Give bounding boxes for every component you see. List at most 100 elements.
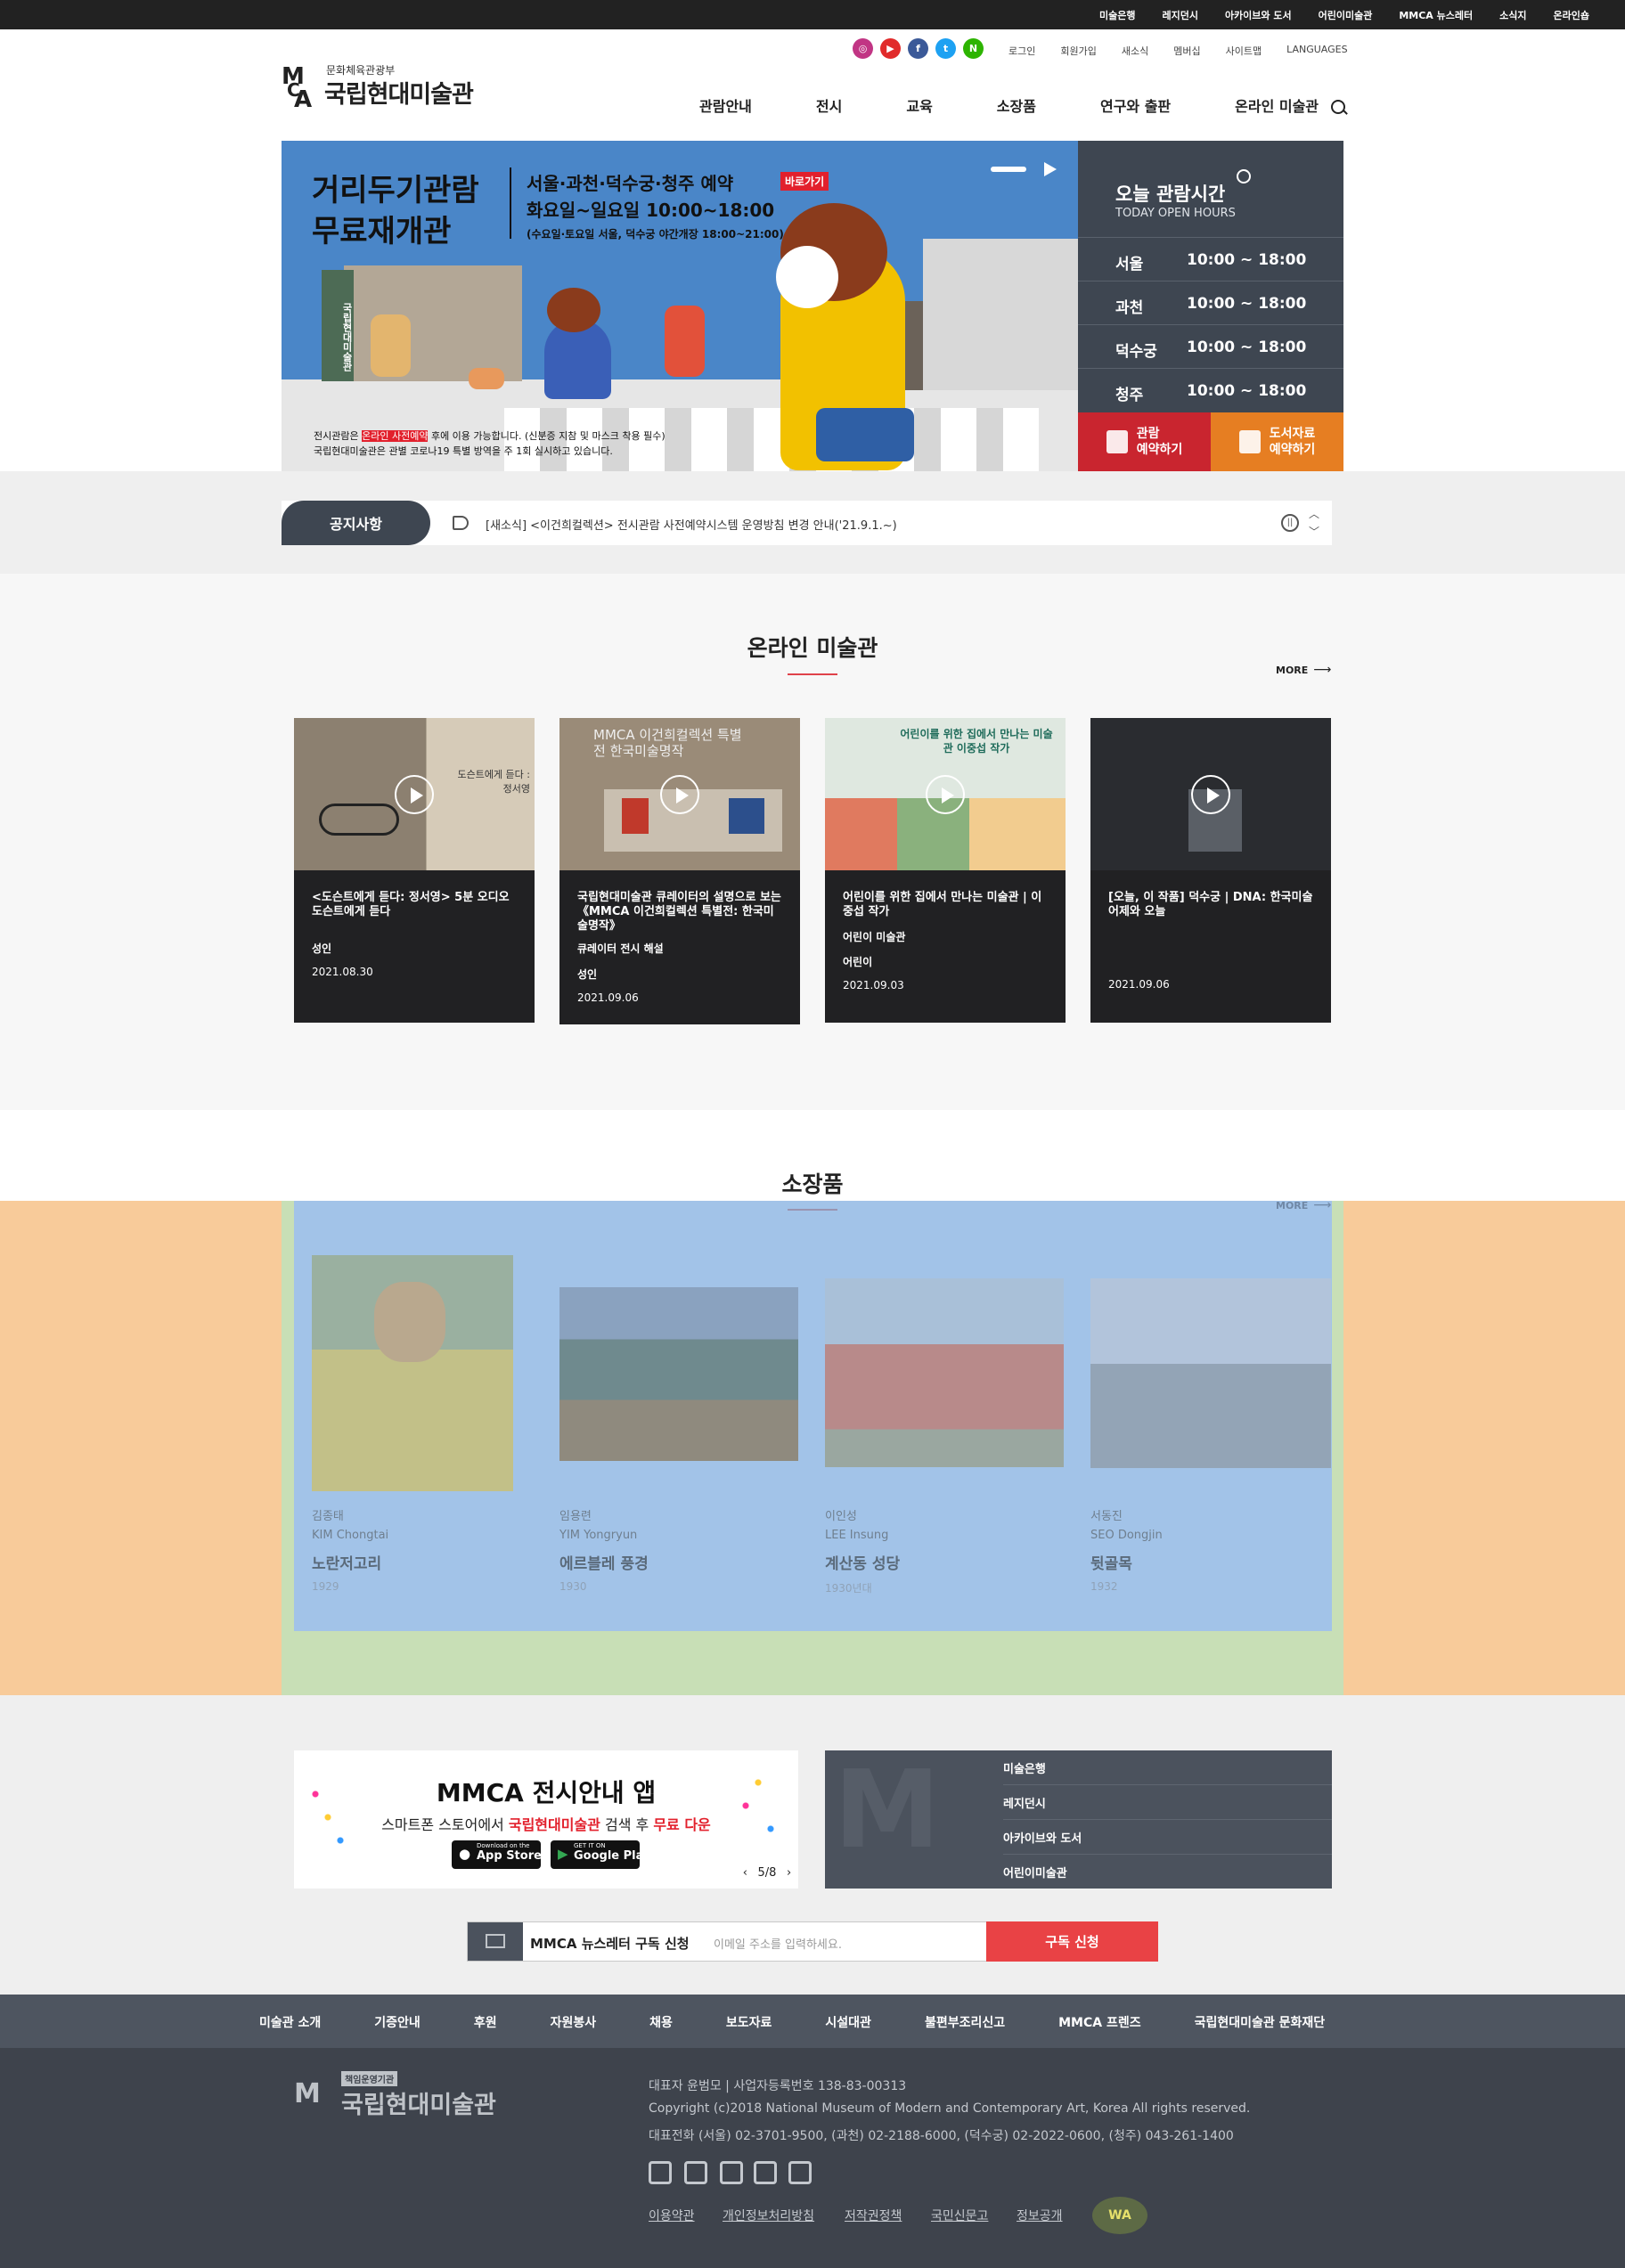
footer-link-terms[interactable]: 이용약관 — [649, 2207, 695, 2224]
youtube-icon[interactable] — [684, 2161, 707, 2184]
calendar-icon — [1106, 430, 1128, 453]
twitter-icon[interactable]: t — [935, 38, 956, 59]
footer-nav-report[interactable]: 불편부조리신고 — [925, 2013, 1005, 2031]
newsletter-email-input[interactable]: 이메일 주소를 입력하세요. — [714, 1935, 842, 1952]
search-icon[interactable] — [1331, 100, 1345, 114]
facebook-icon[interactable]: f — [908, 38, 928, 59]
login-link[interactable]: 로그인 — [1008, 44, 1035, 58]
play-icon[interactable] — [660, 775, 699, 814]
hero-shortcut-badge[interactable]: 바로가기 — [780, 172, 829, 191]
footer-link-epeople[interactable]: 국민신문고 — [931, 2207, 988, 2224]
membership-link[interactable]: 멤버십 — [1173, 44, 1200, 58]
app-subline-a: 스마트폰 스토어에서 — [381, 1816, 509, 1833]
open-hours-panel: 오늘 관람시간 TODAY OPEN HOURS 서울 10:00 ~ 18:0… — [1078, 141, 1343, 412]
chevron-right-icon[interactable]: › — [787, 1866, 791, 1880]
nav-collection[interactable]: 소장품 — [997, 94, 1036, 116]
top-link-residency[interactable]: 레지던시 — [1162, 8, 1197, 22]
subscribe-button[interactable]: 구독 신청 — [986, 1921, 1158, 1962]
quick-link-children-museum[interactable]: 어린이미술관 — [1003, 1855, 1332, 1889]
notice-tag[interactable]: 공지사항 — [282, 501, 430, 545]
footer-nav-rental[interactable]: 시설대관 — [825, 2013, 871, 2031]
nav-research[interactable]: 연구와 출판 — [1100, 94, 1171, 116]
quick-link-residency[interactable]: 레지던시 — [1003, 1785, 1332, 1820]
instagram-icon[interactable]: ◎ — [853, 38, 873, 59]
visit-reservation-l1: 관람 — [1136, 427, 1160, 441]
play-icon[interactable] — [395, 775, 434, 814]
facebook-icon[interactable] — [720, 2161, 743, 2184]
app-banner[interactable]: MMCA 전시안내 앱 스마트폰 스토어에서 국립현대미술관 검색 후 무료 다… — [294, 1750, 798, 1889]
nav-online-museum[interactable]: 온라인 미술관 — [1235, 94, 1319, 116]
app-store-button[interactable]: ● Download on the App Store — [452, 1840, 542, 1869]
notice-text[interactable]: [새소식] <이건희컬렉션> 전시관람 사전예약시스템 운영방침 변경 안내('… — [486, 516, 897, 533]
google-play-button[interactable]: ▶ GET IT ON Google Play — [551, 1840, 650, 1869]
hours-venue: 청주 — [1115, 387, 1144, 404]
top-link-newsletter[interactable]: MMCA 뉴스레터 — [1399, 8, 1473, 22]
chevron-left-icon[interactable]: ‹ — [743, 1866, 747, 1880]
pause-icon[interactable]: || — [1281, 514, 1299, 532]
instagram-icon[interactable] — [649, 2161, 672, 2184]
play-icon[interactable] — [1044, 162, 1057, 176]
footer-nav-volunteer[interactable]: 자원봉사 — [551, 2013, 597, 2031]
top-link-art-bank[interactable]: 미술은행 — [1099, 8, 1135, 22]
twitter-icon[interactable] — [754, 2161, 777, 2184]
footer-nav-friends[interactable]: MMCA 프렌즈 — [1058, 2013, 1141, 2031]
hero-banner[interactable]: 국립현대미술관 거리두기관람 무료재개관 서울·과천·덕수궁·청주 예약 바로가… — [282, 141, 1078, 471]
artwork-title: 노란저고리 — [312, 1555, 382, 1573]
visit-reservation-button[interactable]: 관람 예약하기 — [1078, 412, 1211, 471]
site-logo-text[interactable]: 국립현대미술관 — [324, 75, 474, 110]
artist-name-ko: 김종태 — [312, 1510, 344, 1523]
footer-link-info-disclosure[interactable]: 정보공개 — [1017, 2207, 1063, 2224]
news-link[interactable]: 새소식 — [1122, 44, 1148, 58]
hero-slide-indicator[interactable] — [991, 167, 1026, 172]
chevron-up-icon[interactable]: ︿ — [1309, 506, 1319, 521]
nav-exhibitions[interactable]: 전시 — [816, 94, 842, 116]
mmca-logo-icon[interactable]: M A C — [282, 62, 323, 109]
top-link-children-museum[interactable]: 어린이미술관 — [1319, 8, 1373, 22]
footer-link-privacy[interactable]: 개인정보처리방침 — [723, 2207, 814, 2224]
top-link-archive[interactable]: 아카이브와 도서 — [1225, 8, 1292, 22]
join-link[interactable]: 회원가입 — [1060, 44, 1096, 58]
artist-name-ko: 임용련 — [559, 1510, 592, 1523]
online-card[interactable]: [오늘, 이 작품] 덕수궁 | DNA: 한국미술 어제와 오늘 2021.0… — [1090, 718, 1331, 1023]
top-link-online-shop[interactable]: 온라인숍 — [1554, 8, 1589, 22]
footer-nav-foundation[interactable]: 국립현대미술관 문화재단 — [1195, 2013, 1326, 2031]
hero-night: (수요일·토요일 서울, 덕수궁 야간개장 18:00~21:00) — [527, 228, 784, 241]
hours-row-gwacheon: 과천 10:00 ~ 18:00 — [1078, 281, 1343, 324]
play-icon[interactable] — [1191, 775, 1230, 814]
online-card[interactable]: 어린이를 위한 집에서 만나는 미술관 이중섭 작가 어린이를 위한 집에서 만… — [825, 718, 1066, 1023]
nav-education[interactable]: 교육 — [906, 94, 932, 116]
online-more-link[interactable]: MORE ⟶ — [1276, 663, 1331, 677]
nav-visit[interactable]: 관람안내 — [699, 94, 752, 116]
app-subline: 스마트폰 스토어에서 국립현대미술관 검색 후 무료 다운 — [294, 1813, 798, 1834]
footer-nav-sponsorship[interactable]: 후원 — [474, 2013, 497, 2031]
library-reservation-button[interactable]: 도서자료 예약하기 — [1211, 412, 1343, 471]
footer-link-copyright[interactable]: 저작권정책 — [845, 2207, 902, 2224]
collection-item[interactable]: 김종태 KIM Chongtai 노란저고리 1929 — [294, 1252, 531, 1608]
languages-link[interactable]: LANGUAGES — [1286, 44, 1348, 58]
footer-nav-about[interactable]: 미술관 소개 — [259, 2013, 321, 2031]
naver-icon[interactable]: N — [963, 38, 984, 59]
main-nav: 관람안내 전시 교육 소장품 연구와 출판 온라인 미술관 — [699, 94, 1319, 116]
card-thumbnail — [1090, 718, 1331, 870]
artist-name-ko: 서동진 — [1090, 1510, 1123, 1523]
collection-more-link[interactable]: MORE ⟶ — [1276, 1198, 1331, 1212]
section-underline — [788, 673, 837, 675]
quick-link-archive[interactable]: 아카이브와 도서 — [1003, 1820, 1332, 1855]
quick-link-art-bank[interactable]: 미술은행 — [1003, 1750, 1332, 1785]
collection-item[interactable]: 임용련 YIM Yongryun 에르블레 풍경 1930 — [542, 1252, 798, 1608]
top-link-magazine[interactable]: 소식지 — [1499, 8, 1526, 22]
footer-nav-press[interactable]: 보도자료 — [726, 2013, 772, 2031]
youtube-icon[interactable]: ▶ — [880, 38, 901, 59]
collection-item[interactable]: 서동진 SEO Dongjin 뒷골목 1932 — [1073, 1252, 1331, 1608]
online-card[interactable]: 도슨트에게 듣다 : 정서영 <도슨트에게 듣다: 정서영> 5분 오디오 도슨… — [294, 718, 535, 1023]
footer-nav: 미술관 소개 기증안내 후원 자원봉사 채용 보도자료 시설대관 불편부조리신고… — [0, 1995, 1625, 2048]
footer-nav-recruit[interactable]: 채용 — [649, 2013, 673, 2031]
card-meta: 큐레이터 전시 해설 — [577, 942, 664, 955]
chevron-down-icon[interactable]: ﹀ — [1309, 524, 1319, 539]
collection-item[interactable]: 이인성 LEE Insung 계산동 성당 1930년대 — [807, 1252, 1064, 1608]
footer-nav-donation[interactable]: 기증안내 — [374, 2013, 421, 2031]
play-icon[interactable] — [926, 775, 965, 814]
sitemap-link[interactable]: 사이트맵 — [1226, 44, 1262, 58]
naver-icon[interactable] — [788, 2161, 812, 2184]
online-card[interactable]: MMCA 이건희컬렉션 특별전 한국미술명작 국립현대미술관 큐레이터의 설명으… — [559, 718, 800, 1024]
